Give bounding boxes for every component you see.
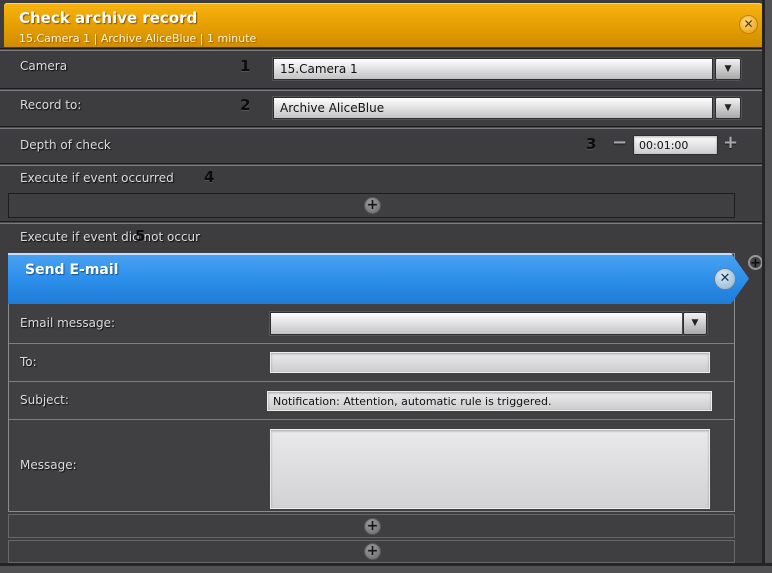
depth-increment-plus-icon[interactable]: + (723, 134, 738, 152)
divider (0, 163, 763, 166)
divider (0, 48, 763, 51)
camera-label: Camera (20, 59, 68, 73)
step-number-1: 1 (240, 57, 251, 75)
close-icon[interactable]: ✕ (739, 15, 758, 34)
occurred-actions-box: + (8, 193, 735, 218)
subject-input[interactable] (267, 391, 712, 411)
window-edge (765, 0, 772, 573)
divider (9, 381, 735, 382)
execute-if-occurred-label: Execute if event occurred (20, 171, 174, 185)
to-label: To: (20, 355, 37, 369)
add-occurred-action-plus-icon[interactable]: + (364, 197, 381, 214)
message-label: Message: (20, 458, 77, 472)
window-edge (0, 566, 772, 573)
to-input[interactable] (270, 352, 710, 373)
dialog-titlebar: Check archive record 15.Camera 1 | Archi… (4, 3, 768, 47)
depth-decrement-minus-icon[interactable]: − (612, 134, 627, 152)
camera-dropdown-arrow-icon[interactable]: ▼ (715, 58, 741, 80)
dialog-title: Check archive record (19, 9, 198, 27)
divider (0, 88, 763, 91)
email-message-label: Email message: (20, 316, 116, 330)
record-to-select[interactable]: Archive AliceBlue (273, 97, 713, 119)
add-action-row: + (8, 514, 735, 538)
divider (9, 343, 735, 344)
step-number-2: 2 (240, 96, 251, 114)
step-number-5: 5 (135, 227, 146, 245)
add-rule-plus-icon[interactable]: + (364, 543, 381, 560)
add-not-occurred-action-plus-icon[interactable]: + (748, 255, 763, 271)
step-number-3: 3 (586, 135, 597, 153)
remove-action-close-icon[interactable]: ✕ (714, 268, 736, 290)
email-message-select[interactable] (270, 312, 683, 335)
record-to-dropdown-arrow-icon[interactable]: ▼ (715, 97, 741, 119)
execute-if-not-occurred-label: Execute if event did not occur (20, 230, 201, 244)
send-email-title: Send E-mail (25, 262, 119, 278)
record-to-label: Record to: (20, 98, 82, 112)
depth-of-check-input[interactable] (633, 135, 718, 155)
add-action-plus-icon[interactable]: + (364, 518, 381, 535)
dialog-subtitle: 15.Camera 1 | Archive AliceBlue | 1 minu… (19, 32, 257, 45)
divider (0, 126, 763, 129)
message-textarea[interactable] (270, 429, 710, 509)
camera-select[interactable]: 15.Camera 1 (273, 58, 713, 80)
subject-label: Subject: (20, 393, 69, 407)
divider (0, 221, 763, 224)
step-number-4: 4 (204, 168, 215, 186)
send-email-header[interactable]: Send E-mail ✕ (8, 253, 749, 304)
divider (9, 419, 735, 420)
check-archive-record-dialog: Check archive record 15.Camera 1 | Archi… (0, 0, 772, 573)
email-message-dropdown-arrow-icon[interactable]: ▼ (683, 312, 707, 335)
depth-of-check-label: Depth of check (20, 138, 111, 152)
add-rule-row: + (8, 540, 735, 563)
